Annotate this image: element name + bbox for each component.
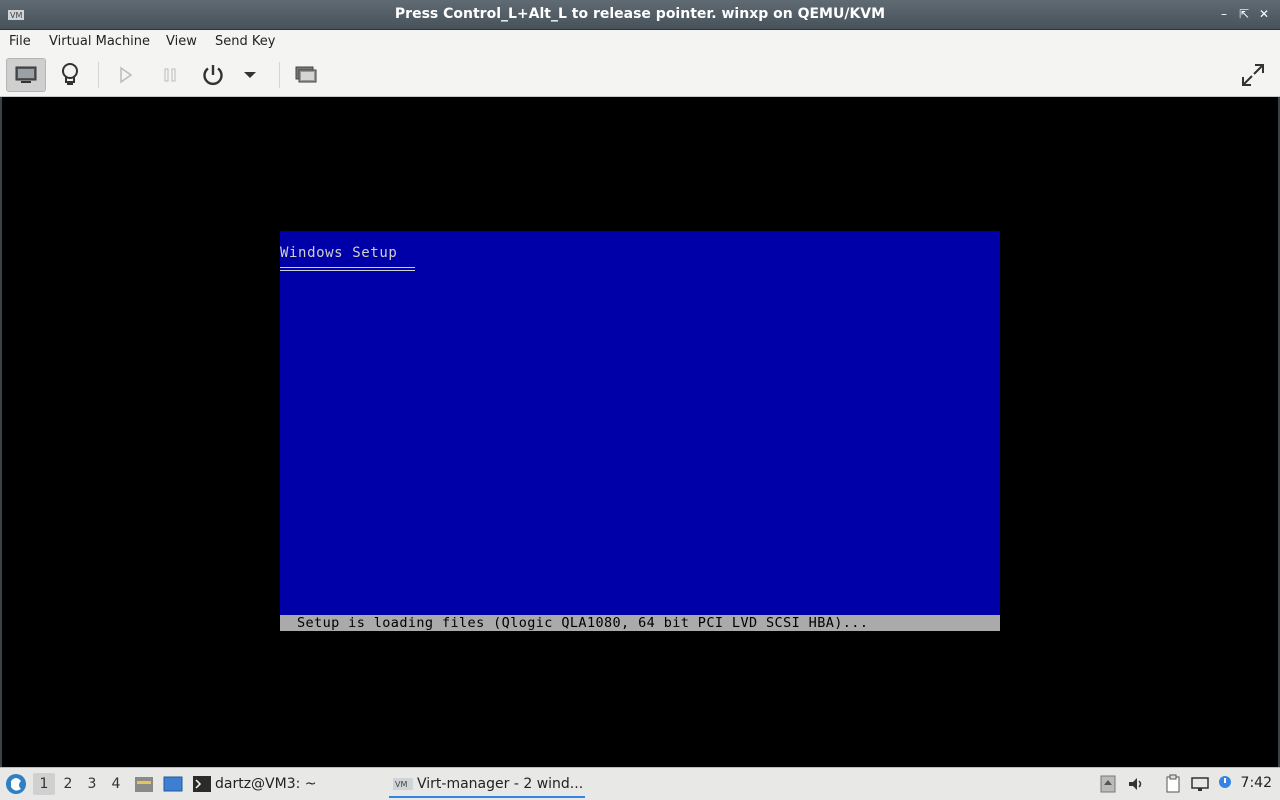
setup-status-text: Setup is loading files (Qlogic QLA1080, … (297, 615, 869, 631)
setup-title-underline (280, 267, 415, 271)
setup-status-bar: Setup is loading files (Qlogic QLA1080, … (280, 615, 1000, 631)
fullscreen-icon (1242, 64, 1264, 86)
snapshots-button[interactable] (286, 58, 326, 92)
workspace-3[interactable]: 3 (81, 773, 103, 795)
workspace-1[interactable]: 1 (33, 773, 55, 795)
run-button[interactable] (106, 58, 146, 92)
show-details-button[interactable] (50, 58, 90, 92)
power-icon (203, 65, 223, 86)
menu-virtual-machine[interactable]: Virtual Machine (49, 34, 150, 49)
clipboard-icon[interactable] (1163, 774, 1183, 794)
snapshots-icon (295, 66, 317, 83)
lightbulb-icon (62, 63, 78, 85)
notification-icon[interactable] (1215, 774, 1235, 794)
terminal-icon (193, 776, 211, 792)
console-icon (15, 66, 37, 83)
setup-title: Windows Setup (280, 245, 398, 261)
dropdown-arrow-icon (244, 72, 256, 78)
workspace-4[interactable]: 4 (105, 773, 127, 795)
restore-icon[interactable]: ⇱ (1236, 6, 1252, 22)
task-terminal[interactable]: dartz@VM3: ~ (193, 770, 317, 798)
menu-view[interactable]: View (166, 34, 197, 49)
minimize-icon[interactable]: – (1216, 6, 1232, 22)
windows-setup-screen[interactable]: Windows Setup Setup is loading files (Ql… (280, 231, 1000, 631)
task-virt-manager-label: Virt-manager - 2 wind... (417, 776, 584, 792)
power-button[interactable] (193, 58, 233, 92)
close-icon[interactable]: ✕ (1256, 6, 1272, 22)
menu-send-key[interactable]: Send Key (215, 34, 275, 49)
menu-file[interactable]: File (9, 34, 31, 49)
start-menu-icon[interactable] (5, 773, 27, 795)
task-terminal-label: dartz@VM3: ~ (215, 776, 317, 792)
pause-button[interactable] (150, 58, 190, 92)
eject-icon[interactable] (1098, 774, 1118, 794)
fullscreen-button[interactable] (1233, 58, 1273, 92)
play-icon (120, 66, 133, 84)
window-title: Press Control_L+Alt_L to release pointer… (394, 6, 886, 22)
clock[interactable]: 7:42 (1241, 775, 1272, 791)
toolbar-separator (98, 62, 99, 88)
power-menu-button[interactable] (232, 58, 268, 92)
menubar: File Virtual Machine View Send Key (0, 30, 1280, 54)
toolbar-separator (279, 62, 280, 88)
vm-icon: VM (393, 778, 413, 790)
workspace-2[interactable]: 2 (57, 773, 79, 795)
volume-icon[interactable] (1126, 774, 1146, 794)
task-virt-manager[interactable]: VM Virt-manager - 2 wind... (389, 770, 585, 798)
show-console-button[interactable] (6, 58, 46, 92)
network-icon[interactable] (1190, 774, 1210, 794)
toolbar (0, 54, 1280, 97)
window-titlebar: VM Press Control_L+Alt_L to release poin… (0, 0, 1280, 30)
taskbar: 1 2 3 4 dartz@VM3: ~ VM Virt-manager - 2… (0, 767, 1280, 800)
file-manager-icon[interactable] (134, 775, 154, 793)
svg-text:VM: VM (395, 780, 407, 789)
desktop-icon[interactable] (163, 775, 183, 793)
pause-icon (164, 68, 176, 82)
